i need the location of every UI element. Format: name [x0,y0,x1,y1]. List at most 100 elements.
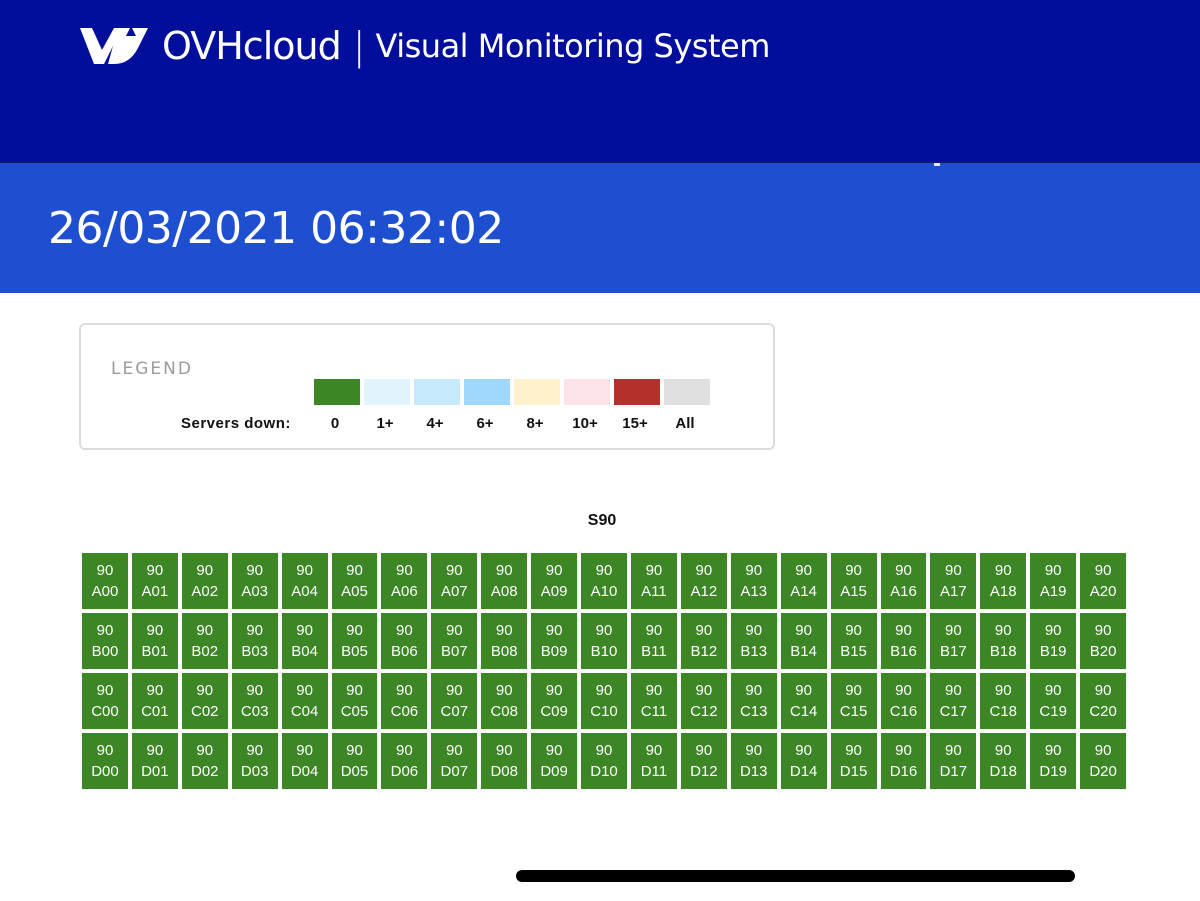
rack-cell[interactable]: 90 D17 [930,733,977,789]
rack-cell[interactable]: 90 B08 [481,613,528,669]
rack-cell[interactable]: 90 B04 [281,613,328,669]
rack-cell[interactable]: 90 D09 [531,733,578,789]
rack-cell[interactable]: 90 C01 [131,673,178,729]
rack-room: 90 [645,742,663,759]
rack-cell[interactable]: 90 B13 [730,613,777,669]
ovh-logo-icon [80,28,148,64]
rack-id: A17 [940,583,967,600]
rack-cell[interactable]: 90 C11 [630,673,677,729]
rack-cell[interactable]: 90 A10 [581,553,627,609]
rack-cell[interactable]: 90 C13 [730,673,777,729]
rack-cell[interactable]: 90 A03 [231,553,278,609]
rack-cell[interactable]: 90 A00 [82,553,128,609]
rack-cell[interactable]: 90 B05 [331,613,378,669]
rack-id: A05 [341,583,368,600]
rack-cell[interactable]: 90 B16 [880,613,927,669]
home-indicator[interactable] [516,870,1075,882]
rack-cell[interactable]: 90 B07 [431,613,478,669]
rack-cell[interactable]: 90 D13 [730,733,777,789]
rack-cell[interactable]: 90 D12 [680,733,727,789]
rack-cell[interactable]: 90 C10 [581,673,627,729]
rack-cell[interactable]: 90 A12 [680,553,727,609]
rack-cell[interactable]: 90 C00 [82,673,128,729]
rack-cell[interactable]: 90 A16 [880,553,927,609]
rack-cell[interactable]: 90 A13 [730,553,777,609]
rack-cell[interactable]: 90 A05 [331,553,378,609]
rack-cell[interactable]: 90 B01 [131,613,178,669]
rack-cell[interactable]: 90 A20 [1080,553,1127,609]
rack-cell[interactable]: 90 D19 [1030,733,1077,789]
rack-cell[interactable]: 90 B15 [830,613,877,669]
rack-cell[interactable]: 90 C07 [431,673,478,729]
rack-cell[interactable]: 90 A17 [930,553,977,609]
rack-cell[interactable]: 90 D20 [1080,733,1127,789]
rack-cell[interactable]: 90 A07 [431,553,478,609]
rack-cell[interactable]: 90 A01 [131,553,178,609]
rack-cell[interactable]: 90 C18 [980,673,1027,729]
rack-cell[interactable]: 90 C16 [880,673,927,729]
rack-cell[interactable]: 90 D08 [481,733,528,789]
rack-cell[interactable]: 90 D07 [431,733,478,789]
rack-cell[interactable]: 90 C19 [1030,673,1077,729]
rack-cell[interactable]: 90 D01 [131,733,178,789]
rack-cell[interactable]: 90 A18 [980,553,1027,609]
rack-cell[interactable]: 90 D04 [281,733,328,789]
rack-cell[interactable]: 90 B12 [680,613,727,669]
rack-cell[interactable]: 90 C06 [381,673,428,729]
rack-cell[interactable]: 90 C15 [830,673,877,729]
rack-cell[interactable]: 90 A09 [531,553,578,609]
rack-cell[interactable]: 90 D14 [780,733,827,789]
rack-cell[interactable]: 90 B09 [531,613,578,669]
rack-cell[interactable]: 90 C02 [181,673,228,729]
rack-cell[interactable]: 90 D18 [980,733,1027,789]
rack-cell[interactable]: 90 B06 [381,613,428,669]
rack-cell[interactable]: 90 B02 [181,613,228,669]
rack-cell[interactable]: 90 C14 [780,673,827,729]
rack-cell[interactable]: 90 B10 [581,613,627,669]
rack-cell[interactable]: 90 C12 [680,673,727,729]
rack-cell[interactable]: 90 B03 [231,613,278,669]
rack-room: 90 [96,562,114,579]
rack-cell[interactable]: 90 A15 [830,553,877,609]
rack-cell[interactable]: 90 C05 [331,673,378,729]
legend-panel: LEGEND Servers down: 0 1+ 4+ 6+ 8+ 10+ 15+ All [79,323,775,450]
rack-room: 90 [495,682,513,699]
rack-cell[interactable]: 90 B17 [930,613,977,669]
rack-cell[interactable]: 90 D00 [82,733,128,789]
rack-cell[interactable]: 90 C08 [481,673,528,729]
rack-cell[interactable]: 90 D06 [381,733,428,789]
rack-cell[interactable]: 90 C03 [231,673,278,729]
rack-cell[interactable]: 90 C20 [1080,673,1127,729]
rack-cell[interactable]: 90 B19 [1030,613,1077,669]
rack-cell[interactable]: 90 A14 [780,553,827,609]
rack-cell[interactable]: 90 B18 [980,613,1027,669]
rack-room: 90 [645,682,663,699]
rack-id: A09 [540,583,568,600]
rack-cell[interactable]: 90 B14 [780,613,827,669]
rack-cell[interactable]: 90 D16 [880,733,927,789]
rack-cell[interactable]: 90 C17 [930,673,977,729]
rack-id: C02 [191,703,219,720]
brand[interactable]: OVHcloud | Visual Monitoring System [78,22,770,70]
rack-room: 90 [545,682,563,699]
rack-cell[interactable]: 90 D02 [181,733,228,789]
rack-cell[interactable]: 90 D11 [630,733,677,789]
rack-cell[interactable]: 90 D05 [331,733,378,789]
rack-cell[interactable]: 90 C09 [531,673,578,729]
rack-cell[interactable]: 90 A11 [630,553,677,609]
rack-cell[interactable]: 90 B11 [630,613,677,669]
servers-down-label: Servers down: [181,415,291,432]
rack-cell[interactable]: 90 C04 [281,673,328,729]
rack-cell[interactable]: 90 A04 [281,553,328,609]
rack-cell[interactable]: 90 A08 [481,553,528,609]
rack-cell[interactable]: 90 A06 [381,553,428,609]
rack-room: 90 [1044,562,1062,579]
rack-cell[interactable]: 90 B20 [1080,613,1127,669]
rack-id: A01 [141,583,169,600]
rack-cell[interactable]: 90 A02 [181,553,228,609]
rack-cell[interactable]: 90 D15 [830,733,877,789]
rack-cell[interactable]: 90 B00 [82,613,128,669]
rack-cell[interactable]: 90 D03 [231,733,278,789]
rack-cell[interactable]: 90 A19 [1030,553,1077,609]
rack-cell[interactable]: 90 D10 [581,733,627,789]
